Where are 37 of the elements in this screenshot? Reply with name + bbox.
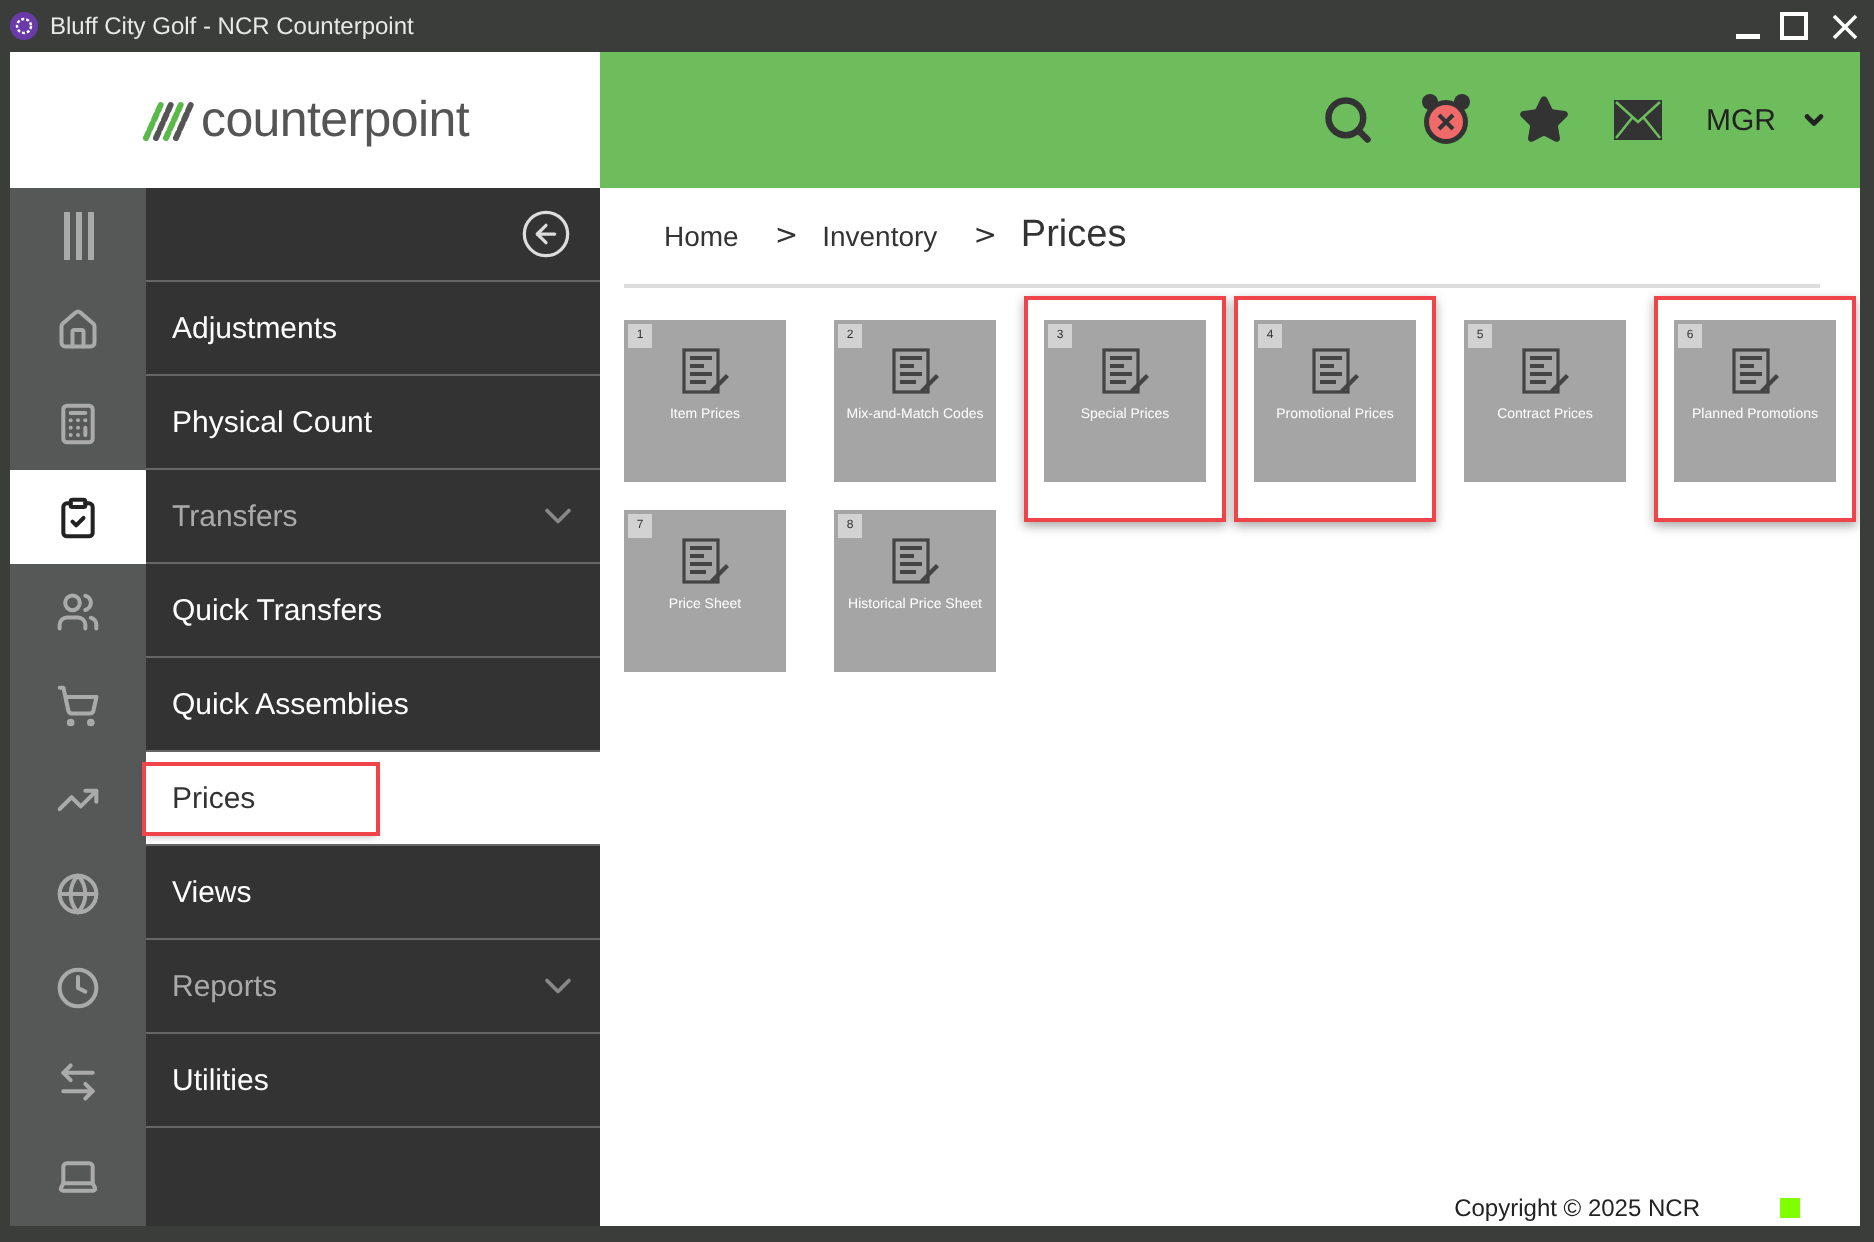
breadcrumb-link[interactable]: Home xyxy=(664,220,739,252)
price-document-icon xyxy=(1101,348,1149,396)
price-document-icon xyxy=(891,538,939,586)
cart-icon xyxy=(56,683,100,727)
breadcrumb-separator: > xyxy=(774,220,799,252)
mail-icon[interactable] xyxy=(1614,100,1662,140)
maximize-icon[interactable] xyxy=(1780,12,1808,40)
collapse-icon[interactable] xyxy=(520,208,572,260)
clock-icon xyxy=(56,965,100,1009)
alarm-clock-icon[interactable] xyxy=(1418,92,1474,148)
app-icon xyxy=(10,12,38,40)
menu-item[interactable]: Prices xyxy=(146,752,600,846)
breadcrumb-link[interactable]: Inventory xyxy=(822,220,938,252)
close-icon[interactable] xyxy=(1832,13,1858,39)
price-document-icon xyxy=(1311,348,1359,396)
status-indicator xyxy=(1780,1198,1800,1218)
users-icon xyxy=(56,589,100,633)
search-icon[interactable] xyxy=(1322,94,1374,146)
breadcrumb-separator: > xyxy=(973,220,997,252)
logo-icon xyxy=(141,98,193,142)
price-document-icon xyxy=(1731,348,1779,396)
menu-icon xyxy=(60,211,96,259)
price-document-icon xyxy=(891,348,939,396)
star-icon[interactable] xyxy=(1518,94,1570,146)
price-document-icon xyxy=(1521,348,1569,396)
arrows-icon xyxy=(56,1059,100,1103)
price-document-icon xyxy=(681,538,729,586)
copyright-text: Copyright © 2025 NCR xyxy=(1454,1194,1700,1222)
clipboard-check-icon xyxy=(56,495,100,539)
calculator-icon xyxy=(56,401,100,445)
price-document-icon xyxy=(681,348,729,396)
user-menu[interactable]: MGR xyxy=(1706,103,1828,137)
window-title: Bluff City Golf - NCR Counterpoint xyxy=(50,12,414,40)
globe-icon xyxy=(56,871,100,915)
logo-text: counterpoint xyxy=(201,91,469,149)
home-icon xyxy=(56,307,100,351)
breadcrumb-link[interactable]: Prices xyxy=(1020,214,1127,258)
